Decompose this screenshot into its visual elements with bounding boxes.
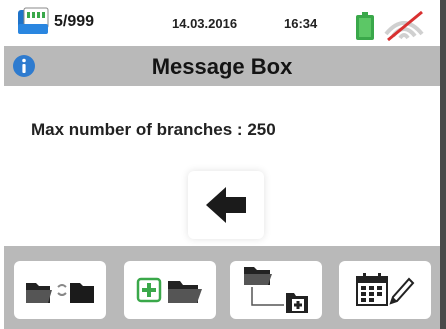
screen: 5/999 14.03.2016 16:34 Message Box Max n…	[4, 0, 440, 329]
add-subfolder-button[interactable]	[230, 261, 322, 319]
back-button[interactable]	[188, 171, 264, 239]
memory-card-icon	[18, 7, 49, 34]
page-title: Message Box	[151, 54, 293, 79]
bottom-toolbar	[4, 246, 440, 329]
device-bezel	[440, 0, 446, 329]
title-bar: Message Box	[4, 46, 440, 86]
device-screen-frame: 5/999 14.03.2016 16:34 Message Box Max n…	[0, 0, 446, 329]
no-wifi-icon	[384, 10, 424, 42]
add-folder-button[interactable]	[124, 261, 216, 319]
back-arrow-icon	[206, 187, 246, 223]
status-bar: 5/999 14.03.2016 16:34	[4, 0, 440, 46]
battery-icon	[356, 12, 374, 40]
edit-date-icon	[356, 273, 415, 306]
message-area: Max number of branches : 250	[4, 86, 440, 246]
date-label: 14.03.2016	[172, 16, 238, 31]
add-folder-icon	[136, 277, 202, 303]
time-label: 16:34	[284, 16, 318, 31]
add-subfolder-icon	[244, 267, 308, 313]
edit-date-button[interactable]	[339, 261, 431, 319]
memory-counter: 5/999	[54, 13, 95, 30]
message-text: Max number of branches : 250	[31, 120, 276, 139]
move-folder-button[interactable]	[14, 261, 106, 319]
move-folder-icon	[26, 283, 94, 303]
